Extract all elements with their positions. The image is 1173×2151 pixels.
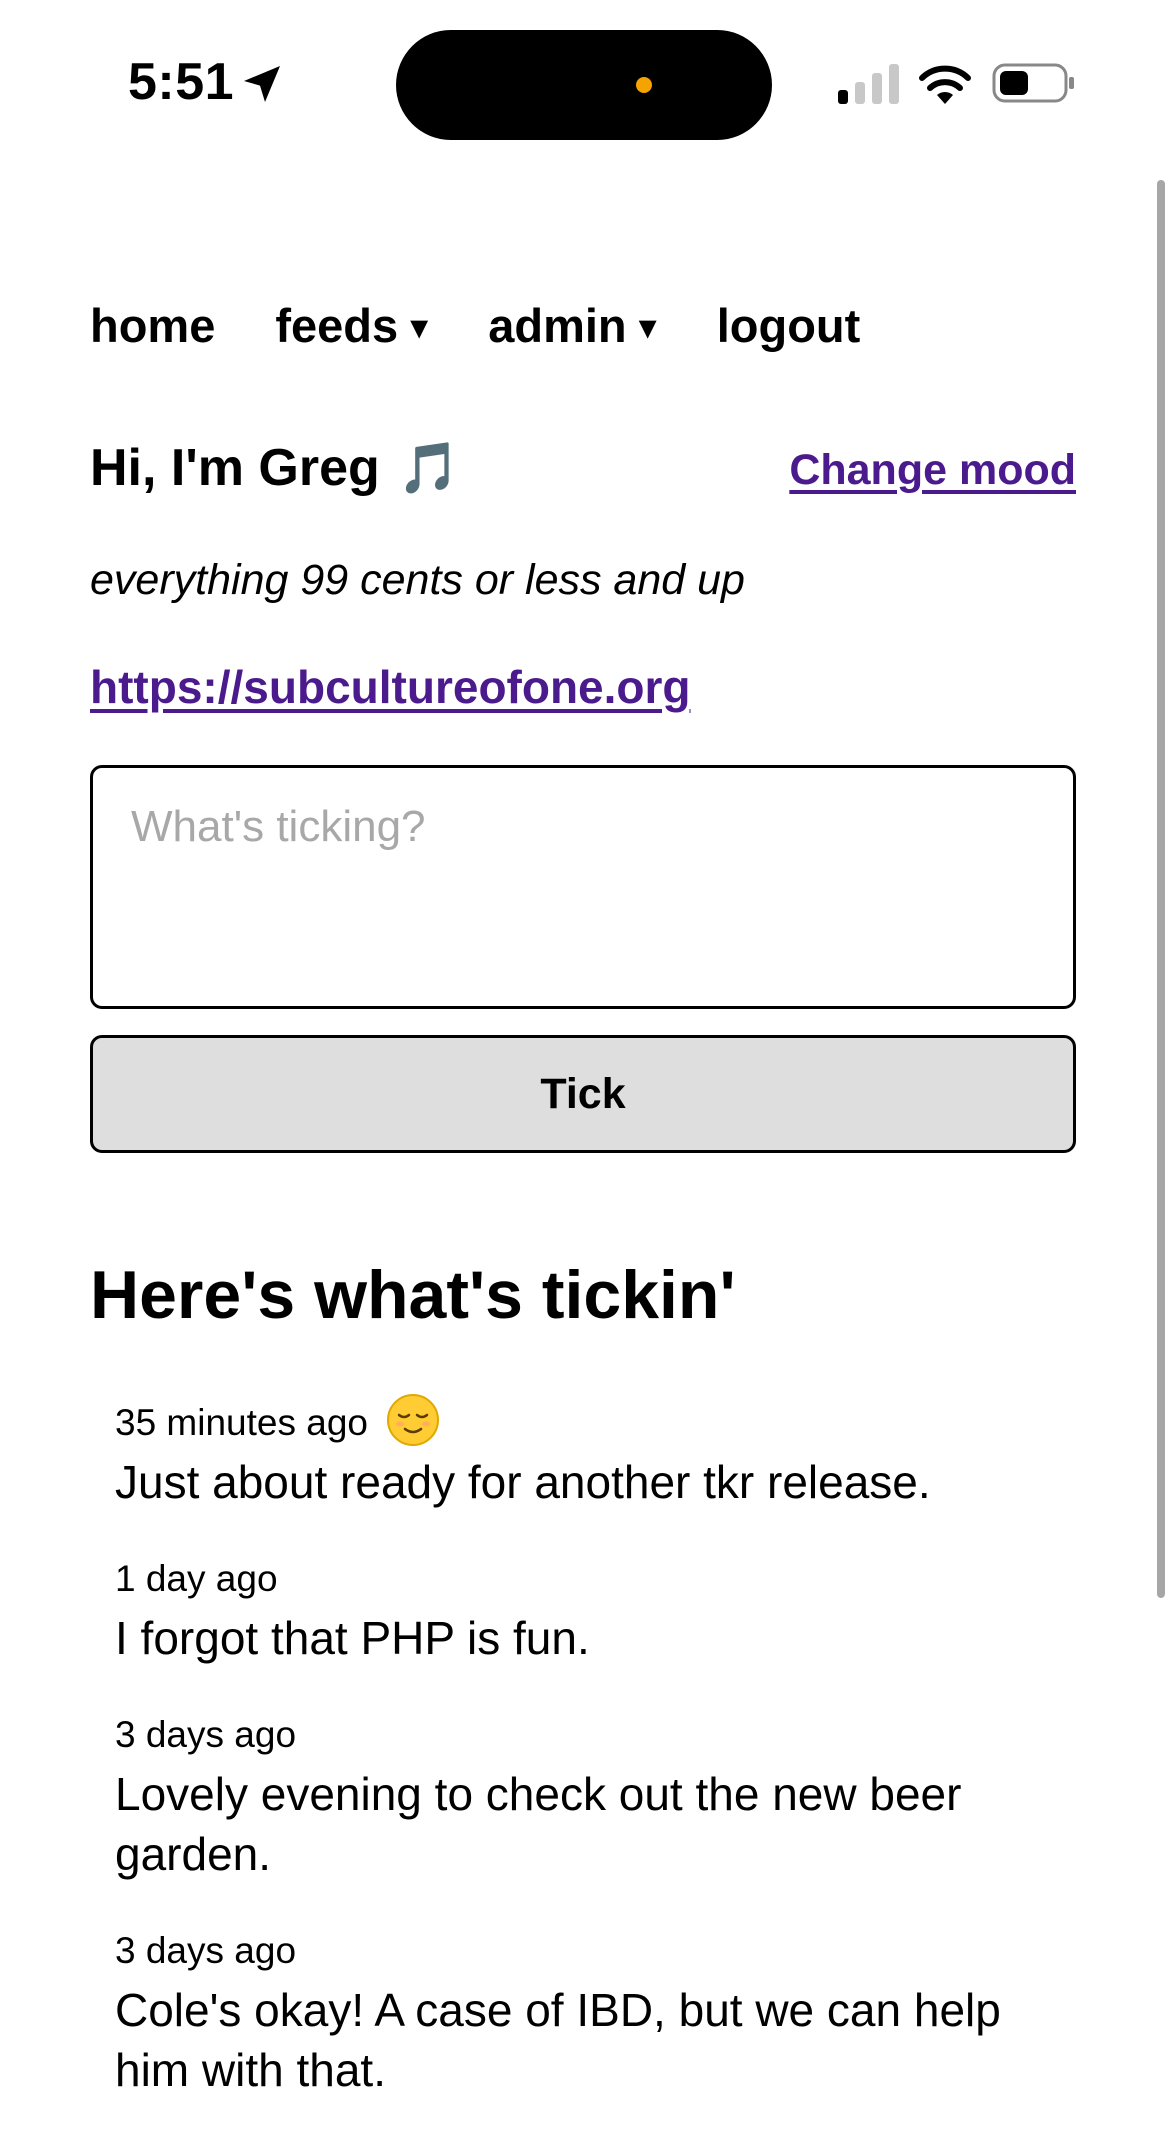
cellular-signal-icon xyxy=(838,64,899,104)
feed-item-time: 1 day ago xyxy=(115,1558,278,1599)
wifi-icon xyxy=(919,65,971,104)
feed-item: 35 minutes ago Just about ready for anot… xyxy=(115,1394,1075,1512)
profile-greeting: Hi, I'm Greg 🎵 xyxy=(90,438,460,498)
nav-feeds-dropdown[interactable]: feeds ▾ xyxy=(275,298,428,353)
camera-indicator-dot xyxy=(636,77,652,93)
music-note-icon: 🎵 xyxy=(397,439,461,497)
main-nav: home feeds ▾ admin ▾ logout xyxy=(90,298,860,353)
nav-home-label: home xyxy=(90,299,216,352)
feed-item-text: I forgot that PHP is fun. xyxy=(115,1612,590,1664)
nav-feeds-label: feeds xyxy=(275,299,399,352)
feed-item-text: Cole's okay! A case of IBD, but we can h… xyxy=(115,1984,1001,2096)
nav-admin-label: admin xyxy=(488,299,627,352)
caret-down-icon: ▾ xyxy=(410,306,429,347)
caret-down-icon: ▾ xyxy=(638,306,657,347)
scrollbar[interactable] xyxy=(1157,180,1165,1598)
status-bar: 5:51 xyxy=(0,0,1173,170)
feed-item: 1 day ago I forgot that PHP is fun. xyxy=(115,1554,1075,1668)
location-arrow-icon xyxy=(244,66,280,102)
greeting-text: Hi, I'm Greg xyxy=(90,439,380,497)
feed-item-time: 3 days ago xyxy=(115,1930,297,1971)
profile-website-link[interactable]: https://subcultureofone.org xyxy=(90,660,691,714)
change-mood-link[interactable]: Change mood xyxy=(789,446,1076,495)
feed-item-time: 35 minutes ago xyxy=(115,1402,369,1443)
nav-home[interactable]: home xyxy=(90,298,215,353)
feed-item-time-row: 35 minutes ago xyxy=(115,1394,1075,1448)
nav-logout[interactable]: logout xyxy=(717,298,861,353)
tick-input[interactable] xyxy=(90,765,1076,1009)
nav-admin-dropdown[interactable]: admin ▾ xyxy=(488,298,657,353)
nav-logout-label: logout xyxy=(716,299,861,352)
relieved-face-icon xyxy=(387,1394,440,1446)
profile-tagline: everything 99 cents or less and up xyxy=(90,556,745,604)
dynamic-island xyxy=(396,30,772,140)
feed-item-text: Lovely evening to check out the new beer… xyxy=(115,1768,962,1880)
feed-item: 3 days ago Lovely evening to check out t… xyxy=(115,1710,1075,1884)
feed-item: 3 days ago Cole's okay! A case of IBD, b… xyxy=(115,1926,1075,2100)
tick-button[interactable]: Tick xyxy=(90,1035,1076,1153)
status-time: 5:51 xyxy=(128,53,235,111)
battery-icon xyxy=(992,63,1074,103)
feed-item-time: 3 days ago xyxy=(115,1714,297,1755)
feed-list: 35 minutes ago Just about ready for anot… xyxy=(115,1394,1075,2142)
feed-heading: Here's what's tickin' xyxy=(90,1257,736,1333)
feed-item-text: Just about ready for another tkr release… xyxy=(115,1456,931,1508)
